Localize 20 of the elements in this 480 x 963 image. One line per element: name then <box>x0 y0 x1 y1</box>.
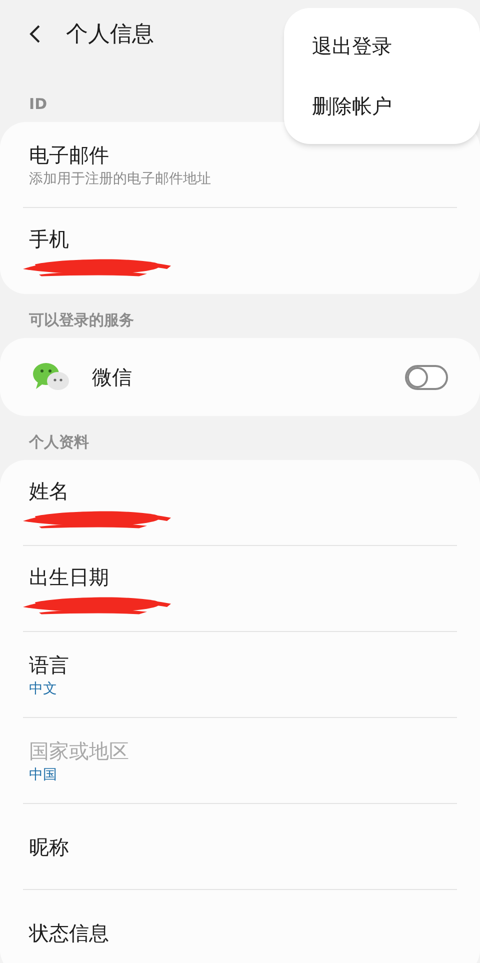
menu-item[interactable]: 删除帐户 <box>284 76 480 136</box>
row-title[interactable]: 状态信息 <box>23 918 115 946</box>
row-title[interactable]: 姓名 <box>23 476 75 504</box>
row-title[interactable]: 语言 <box>23 650 75 678</box>
row-title[interactable]: 手机 <box>23 225 75 253</box>
row-value: 中文 <box>28 680 58 698</box>
section-label: ID <box>29 95 48 113</box>
toggle-switch[interactable] <box>405 364 448 390</box>
section-label: 可以登录的服务 <box>29 311 134 329</box>
chat-bubbles-icon <box>32 362 70 392</box>
menu-item[interactable]: 退出登录 <box>284 16 480 76</box>
row-value: 中国 <box>28 766 58 784</box>
page-title: 个人信息 <box>66 20 154 48</box>
row-title[interactable]: 昵称 <box>23 832 75 860</box>
section-label: 个人资料 <box>29 433 89 451</box>
back-icon[interactable] <box>28 24 42 44</box>
row-title[interactable]: 电子邮件 <box>23 140 115 168</box>
row-subtitle: 添加用于注册的电子邮件地址 <box>28 170 212 188</box>
row-title[interactable]: 出生日期 <box>23 562 115 590</box>
service-name: 微信 <box>92 364 132 391</box>
